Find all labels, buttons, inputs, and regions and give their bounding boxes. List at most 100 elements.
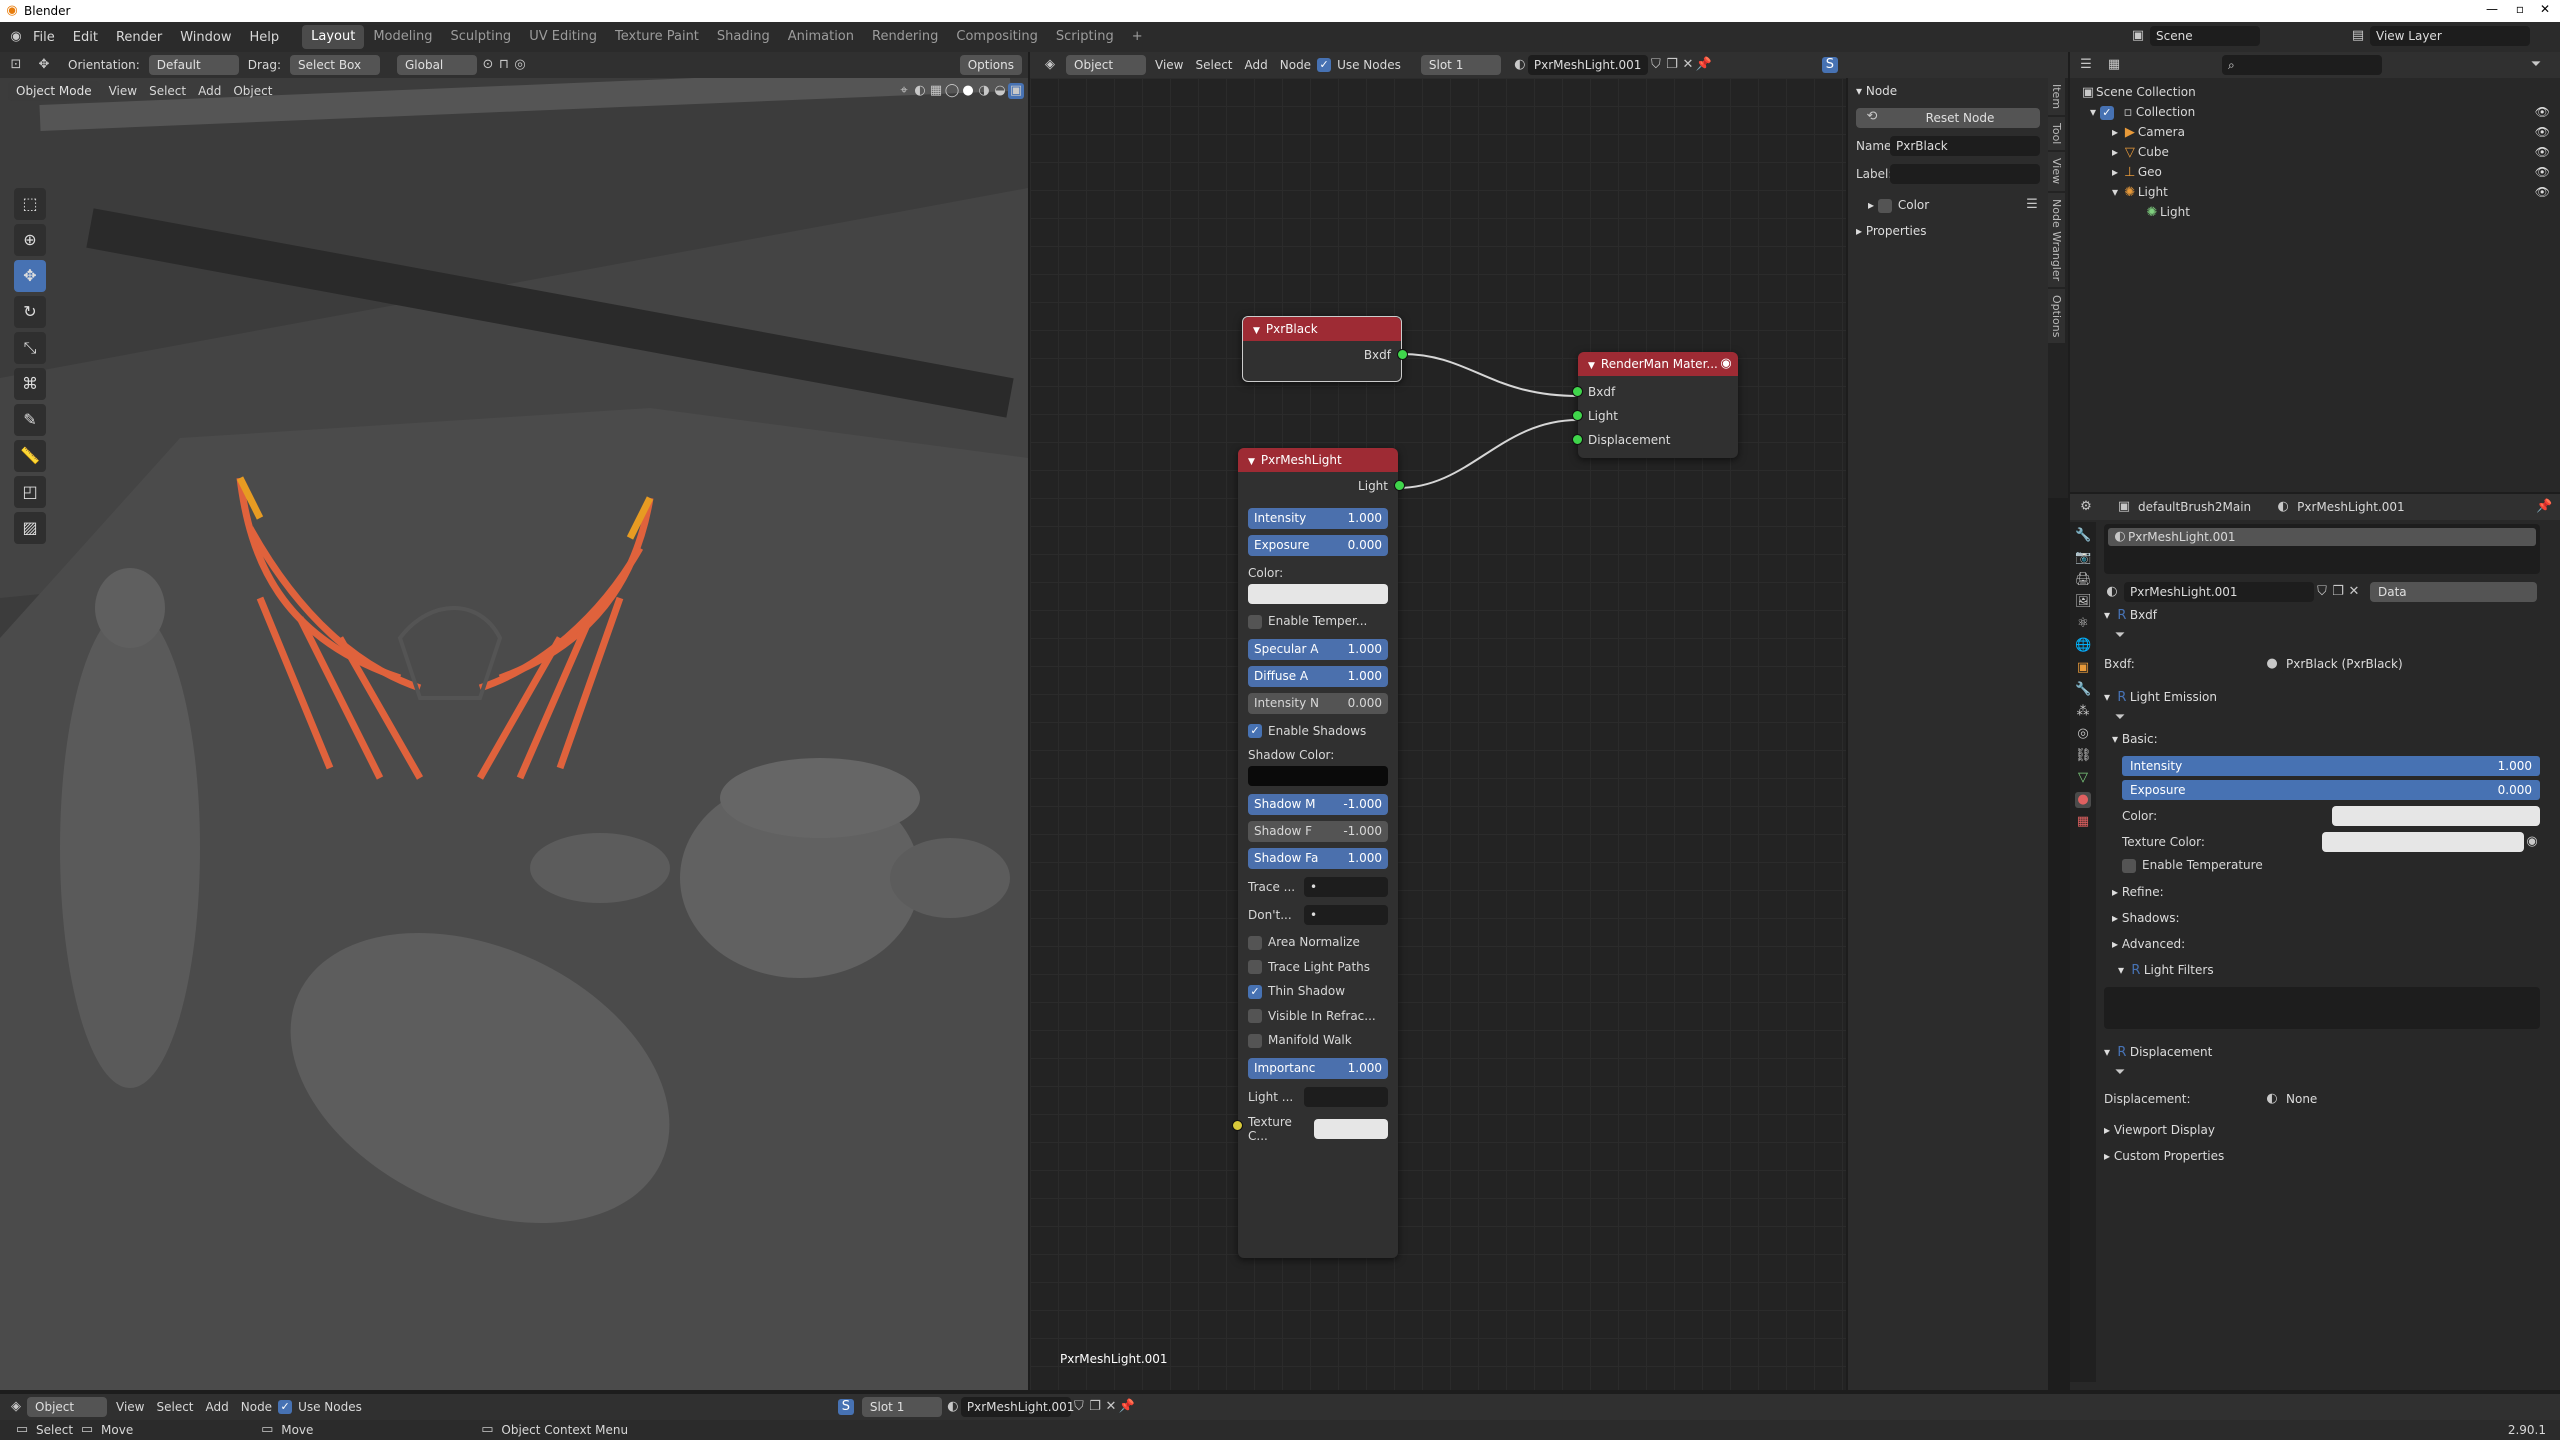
specular-slider[interactable]: Specular A 1.000	[1248, 638, 1388, 660]
use-nodes-checkbox[interactable]: ✓	[1317, 58, 1332, 72]
diffuse-slider[interactable]: Diffuse A 1.000	[1248, 665, 1388, 687]
visible-refrac-checkbox[interactable]	[1248, 1009, 1262, 1023]
node-editor-type-icon[interactable]: ◈	[1042, 57, 1058, 73]
particles-props-icon[interactable]: ⁂	[2075, 704, 2091, 720]
sidebar-tab-tool[interactable]: Tool	[2048, 117, 2065, 151]
outliner-item-cube[interactable]: ▸ ▽ Cube 👁	[2080, 142, 2550, 162]
outliner-item-light-data[interactable]: ✺ Light	[2080, 202, 2550, 222]
pivot-icon[interactable]: ⊙	[480, 57, 496, 73]
props-enable-temp-checkbox[interactable]	[2122, 858, 2136, 873]
tab-layout[interactable]: Layout	[302, 25, 365, 49]
scale-tool-icon[interactable]: ⤡	[14, 332, 46, 364]
viewport-display-section[interactable]: ▸ Viewport Display	[2104, 1117, 2540, 1143]
color-swatch[interactable]	[1248, 584, 1388, 604]
socket-renderman-displacement[interactable]	[1572, 434, 1583, 445]
bottom-menu-view[interactable]: View	[110, 1400, 150, 1414]
sidebar-tab-view[interactable]: View	[2048, 152, 2065, 191]
physics-props-icon[interactable]: ◎	[2075, 726, 2091, 742]
dont-field[interactable]: •	[1304, 905, 1388, 925]
reset-node-button[interactable]: ⟲ Reset Node	[1856, 108, 2040, 128]
menu-edit[interactable]: Edit	[64, 30, 107, 45]
shader-type-dropdown[interactable]: Object	[1066, 55, 1146, 75]
pin-properties-icon[interactable]: 📌	[2536, 499, 2552, 515]
annotate-tool-icon[interactable]: ✎	[14, 404, 46, 436]
shadow-f-slider[interactable]: Shadow F -1.000	[1248, 821, 1388, 842]
blender-menu-icon[interactable]: ◉	[8, 29, 24, 45]
trace-light-paths-row[interactable]: Trace Light Paths	[1248, 960, 1388, 974]
camera-view-icon[interactable]: ▣	[1008, 83, 1024, 99]
eye-icon[interactable]: 👁	[2535, 162, 2550, 182]
xray-icon[interactable]: ▦	[928, 83, 944, 99]
filter-funnel-icon[interactable]: ⏷	[2112, 1065, 2128, 1081]
scene-selector[interactable]: Scene	[2150, 26, 2260, 46]
select-tool-icon[interactable]: ⬚	[14, 188, 46, 220]
menu-file[interactable]: File	[24, 30, 64, 45]
outliner-item-light[interactable]: ▾ ✺ Light 👁	[2080, 182, 2550, 202]
enable-temperature-checkbox[interactable]	[1248, 614, 1262, 629]
node-menu-view[interactable]: View	[1149, 58, 1189, 72]
enable-shadows-checkbox[interactable]: ✓	[1248, 724, 1262, 738]
outliner-collection[interactable]: ▾ ✓ ▫ Collection 👁	[2080, 102, 2550, 122]
filter-funnel-icon[interactable]: ⏷	[2112, 628, 2128, 644]
intensity-slider[interactable]: Intensity 1.000	[1248, 508, 1388, 529]
proportional-edit-icon[interactable]: ◎	[512, 57, 528, 73]
socket-renderman-bxdf[interactable]	[1572, 386, 1583, 397]
bottom-object-dropdown[interactable]: Object	[27, 1397, 107, 1417]
area-normalize-checkbox[interactable]	[1248, 935, 1262, 950]
bottom-unlink-icon[interactable]: ✕	[1103, 1399, 1119, 1415]
area-normalize-row[interactable]: Area Normalize	[1248, 935, 1388, 950]
rotate-tool-icon[interactable]: ↻	[14, 296, 46, 328]
node-menu-node[interactable]: Node	[1274, 58, 1317, 72]
viewport-menu-object[interactable]: Object	[227, 84, 278, 98]
tab-compositing[interactable]: Compositing	[947, 25, 1047, 49]
node-label-field[interactable]	[1890, 164, 2040, 184]
bottom-duplicate-icon[interactable]: ❐	[1087, 1399, 1103, 1415]
material-shading-icon[interactable]: ◑	[976, 83, 992, 99]
move-tool-button-icon[interactable]: ✥	[14, 260, 46, 292]
light-filters-list[interactable]	[2104, 986, 2540, 1029]
material-props-icon[interactable]: ●	[2075, 792, 2091, 808]
bottom-editor-type-icon[interactable]: ◈	[8, 1399, 24, 1415]
outliner-scene-collection[interactable]: ▣ Scene Collection	[2080, 82, 2550, 102]
material-slot-item[interactable]: ◐ PxrMeshLight.001	[2108, 528, 2536, 546]
node-menu-add[interactable]: Add	[1239, 58, 1274, 72]
tool-props-icon[interactable]: 🔧	[2075, 528, 2091, 544]
close-button[interactable]: ✕	[2540, 2, 2550, 16]
filter-icon[interactable]: ⏷	[2528, 57, 2544, 73]
bxdf-dropdown[interactable]: PxrBlack (PxrBlack)	[2280, 654, 2540, 674]
measure-tool-icon[interactable]: 📏	[14, 440, 46, 472]
outliner-item-camera[interactable]: ▸ ▶ Camera 👁	[2080, 122, 2550, 142]
scene-props-icon[interactable]: ⚛	[2075, 616, 2091, 632]
pin-icon[interactable]: 📌	[1696, 57, 1712, 73]
shadows-subsection[interactable]: ▸ Shadows:	[2104, 905, 2540, 931]
bottom-menu-select[interactable]: Select	[150, 1400, 199, 1414]
menu-help[interactable]: Help	[241, 30, 289, 45]
outliner-item-geo[interactable]: ▸ ⊥ Geo 👁	[2080, 162, 2550, 182]
visible-refrac-row[interactable]: Visible In Refrac...	[1248, 1009, 1388, 1023]
wireframe-shading-icon[interactable]: ◯	[944, 83, 960, 99]
unlink-material-icon[interactable]: ✕	[1680, 57, 1696, 73]
tab-sculpting[interactable]: Sculpting	[441, 25, 520, 49]
color-presets-icon[interactable]: ☰	[2024, 197, 2040, 213]
viewport-menu-view[interactable]: View	[103, 84, 143, 98]
material-slot-list[interactable]: ◐ PxrMeshLight.001	[2104, 524, 2540, 574]
thin-shadow-checkbox[interactable]: ✓	[1248, 984, 1262, 999]
material-browse-icon[interactable]: ◐	[2104, 584, 2120, 600]
sidebar-tab-options[interactable]: Options	[2048, 288, 2065, 344]
props-enable-temp-row[interactable]: Enable Temperature	[2122, 858, 2540, 873]
node-menu-select[interactable]: Select	[1189, 58, 1238, 72]
world-props-icon[interactable]: 🌐	[2075, 638, 2091, 654]
viewport-menu-select[interactable]: Select	[143, 84, 192, 98]
data-props-icon[interactable]: ▽	[2075, 770, 2091, 786]
socket-pxrmeshlight-light[interactable]	[1394, 480, 1405, 491]
shadow-fa-slider[interactable]: Shadow Fa 1.000	[1248, 848, 1388, 869]
socket-pxrblack-bxdf[interactable]	[1397, 349, 1408, 360]
manifold-walk-checkbox[interactable]	[1248, 1033, 1262, 1048]
outliner-search-input[interactable]: ⌕	[2222, 55, 2382, 75]
intensity-n-slider[interactable]: Intensity N 0.000	[1248, 692, 1388, 714]
props-color-swatch[interactable]	[2332, 806, 2540, 826]
bottom-use-nodes-checkbox[interactable]: ✓	[278, 1400, 293, 1414]
bottom-fake-user-icon[interactable]: ⛉	[1071, 1399, 1087, 1415]
bottom-menu-add[interactable]: Add	[200, 1400, 235, 1414]
enable-temperature-row[interactable]: Enable Temper...	[1248, 614, 1388, 629]
